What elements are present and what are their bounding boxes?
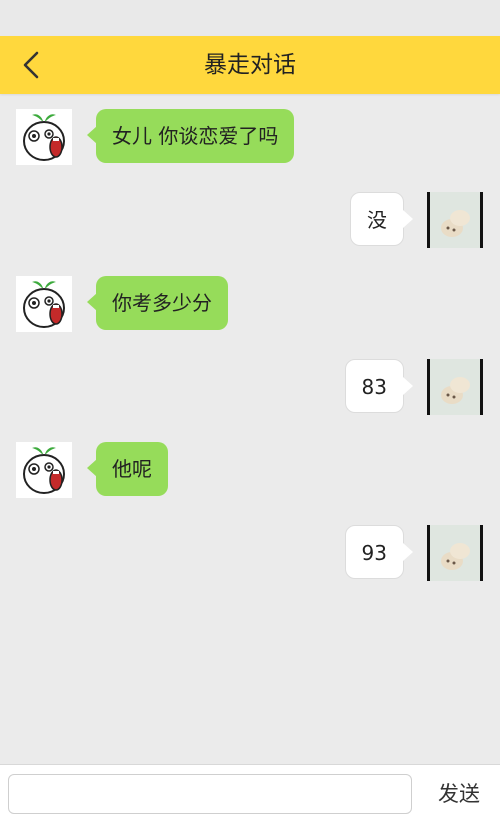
- message-bubble[interactable]: 没: [350, 192, 413, 246]
- message-row-outgoing: 83: [0, 359, 500, 417]
- rage-face-avatar[interactable]: [16, 276, 72, 332]
- cat-photo-avatar[interactable]: [427, 525, 483, 581]
- page-title: 暴走对话: [204, 52, 296, 78]
- cat-photo-avatar[interactable]: [427, 192, 483, 248]
- message-row-incoming: 他呢: [0, 442, 500, 500]
- message-input[interactable]: [8, 774, 412, 814]
- message-row-outgoing: 没: [0, 192, 500, 250]
- send-button[interactable]: 发送: [424, 774, 494, 814]
- rage-face-avatar[interactable]: [16, 442, 72, 498]
- message-bubble[interactable]: 93: [344, 525, 414, 579]
- rage-face-avatar[interactable]: [16, 109, 72, 165]
- cat-photo-avatar[interactable]: [427, 359, 483, 415]
- app-header: 暴走对话: [0, 36, 500, 94]
- message-row-incoming: 你考多少分: [0, 276, 500, 334]
- message-bubble[interactable]: 他呢: [87, 442, 168, 496]
- message-bubble[interactable]: 你考多少分: [87, 276, 228, 330]
- message-bubble[interactable]: 女儿 你谈恋爱了吗: [86, 109, 295, 163]
- message-bubble[interactable]: 83: [344, 359, 414, 413]
- message-row-incoming: 女儿 你谈恋爱了吗: [0, 109, 500, 167]
- status-bar: [0, 0, 500, 36]
- composer-bar: 发送: [0, 764, 500, 824]
- message-row-outgoing: 93: [0, 525, 500, 583]
